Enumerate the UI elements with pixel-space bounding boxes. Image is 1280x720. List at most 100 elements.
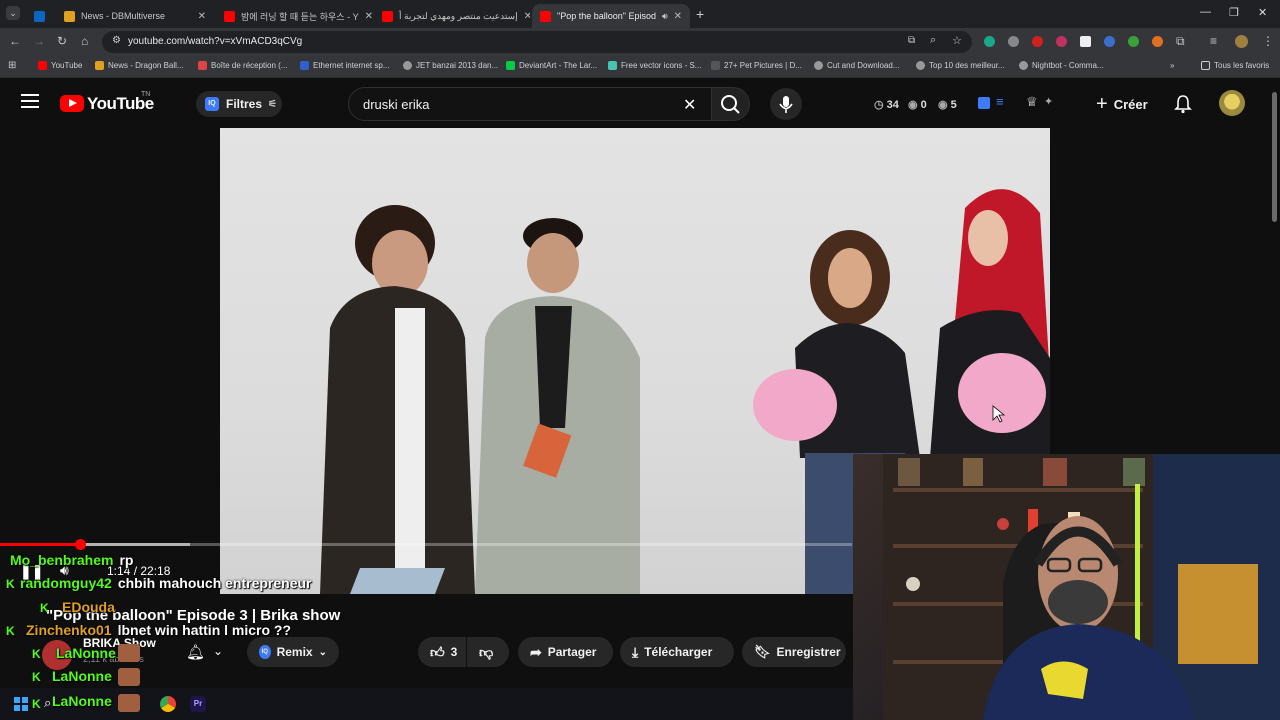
iq-icon: IQ [205, 97, 219, 111]
share-button[interactable]: ➦ Partager [518, 637, 613, 667]
chat-message: LaNonne [56, 645, 116, 661]
windows-taskbar: ⌕ K LaNonne Pr [0, 688, 853, 720]
chevron-down-icon[interactable]: ⌄ [213, 644, 223, 658]
bookmark-icon: 🔖︎ [754, 644, 771, 659]
iq-icon[interactable] [978, 97, 990, 109]
extension-icon[interactable] [1080, 36, 1091, 47]
extension-icon[interactable] [1128, 36, 1139, 47]
subscribe-bell-icon[interactable]: 🔔︎ [186, 643, 205, 661]
bookmark-star-icon[interactable]: ☆ [952, 34, 962, 47]
bookmark-item[interactable]: Boîte de réception (... [198, 61, 288, 70]
download-button[interactable]: ⤓ Télécharger [620, 637, 734, 667]
all-bookmarks[interactable]: Tous les favoris [1201, 61, 1269, 70]
new-tab-button[interactable]: + [696, 6, 704, 22]
sparkle-icon[interactable]: ✦ [1044, 95, 1053, 108]
bookmark-item[interactable]: YouTube [38, 61, 82, 70]
page-scrollbar[interactable] [1272, 92, 1277, 222]
list-icon[interactable]: ≡ [996, 94, 1004, 109]
extension-icon[interactable] [1032, 36, 1043, 47]
extension-icon[interactable] [984, 36, 995, 47]
forward-arrow-icon[interactable]: → [33, 34, 45, 48]
tab-title: إستدعيت منتصر ومهدي لتجربة أ [399, 10, 518, 21]
close-icon[interactable]: ✕ [674, 11, 682, 22]
close-icon[interactable]: ✕ [524, 11, 530, 22]
youtube-icon [38, 61, 47, 70]
voice-search-button[interactable] [770, 88, 802, 120]
extension-icon[interactable] [1104, 36, 1115, 47]
extension-icon[interactable] [1152, 36, 1163, 47]
bookmark-item[interactable]: JET banzai 2013 dan... [403, 61, 498, 70]
bookmark-item[interactable]: Nightbot - Comma... [1019, 61, 1104, 70]
zoom-icon[interactable]: ⌕ [930, 34, 936, 47]
tab-youtube-running[interactable]: 밤에 러닝 할 때 듣는 하우스 - Y ✕ [216, 4, 372, 28]
bookmark-item[interactable]: News - Dragon Ball... [95, 61, 184, 70]
minimize-button[interactable]: — [1200, 6, 1211, 18]
close-window-button[interactable]: ✕ [1258, 6, 1267, 19]
plus-icon: + [1096, 92, 1108, 115]
search-button[interactable] [712, 87, 750, 121]
tab-search-button[interactable]: ⌄ [6, 6, 20, 20]
close-icon[interactable]: ✕ [198, 11, 206, 22]
extensions-puzzle-icon[interactable]: ⧉ [1176, 34, 1185, 49]
chrome-icon[interactable] [160, 696, 176, 712]
remix-button[interactable]: IQ Remix ⌄ [247, 637, 339, 667]
thumbs-up-icon: 👍︎ [430, 643, 445, 660]
bookmark-item[interactable]: Cut and Download... [814, 61, 900, 70]
search-query: druski erika [363, 97, 430, 112]
bookmarks-overflow-icon[interactable]: » [1170, 61, 1174, 70]
filters-button[interactable]: IQ Filtres ⚟ [196, 91, 282, 117]
search-icon[interactable]: ⌕ [44, 695, 51, 711]
reload-icon[interactable]: ↻ [57, 34, 67, 48]
menu-dots-icon[interactable]: ⋮ [1262, 34, 1274, 48]
premiere-icon[interactable]: Pr [190, 696, 206, 712]
folder-icon [1201, 61, 1210, 70]
cast-icon[interactable]: ⧉ [908, 35, 915, 46]
thumbs-down-icon: 👎︎ [479, 643, 494, 660]
tab-title: "Pop the balloon" Episode 3 [557, 11, 656, 21]
tab-youtube-arabic[interactable]: إستدعيت منتصر ومهدي لتجربة أ ✕ [374, 4, 530, 28]
bookmark-item[interactable]: DeviantArt - The Lar... [506, 61, 597, 70]
trophy-icon[interactable]: ♕ [1026, 94, 1038, 110]
tab-linkedin[interactable] [26, 4, 54, 28]
video-progress-bar[interactable] [0, 539, 852, 550]
clear-search-icon[interactable]: ✕ [683, 95, 696, 115]
kick-badge-icon: K [40, 601, 49, 615]
browser-toolbar: ← → ↻ ⌂ ⚙ youtube.com/watch?v=xVmACD3qCV… [0, 28, 1280, 56]
bookmark-item[interactable]: Ethernet internet sp... [300, 61, 390, 70]
create-button[interactable]: + Créer [1090, 90, 1158, 118]
extension-icon[interactable] [1056, 36, 1067, 47]
scrubber-handle[interactable] [75, 539, 86, 550]
apps-grid-icon[interactable]: ⊞ [8, 60, 16, 71]
like-button[interactable]: 👍︎ 3 [418, 637, 466, 667]
bookmark-item[interactable]: Top 10 des meilleur... [916, 61, 1005, 70]
extension-icon[interactable] [1008, 36, 1019, 47]
bookmark-item[interactable]: 27+ Pet Pictures | D... [711, 61, 802, 70]
streamer-webcam [853, 454, 1280, 720]
restore-button[interactable]: ❐ [1229, 6, 1239, 19]
site-icon [300, 61, 309, 70]
home-icon[interactable]: ⌂ [81, 34, 88, 48]
clock-icon: ◷ [874, 99, 884, 111]
site-info-icon[interactable]: ⚙ [112, 35, 121, 46]
address-bar[interactable]: ⚙ youtube.com/watch?v=xVmACD3qCVg ⧉ ⌕ ☆ [102, 31, 972, 53]
back-arrow-icon[interactable]: ← [9, 34, 21, 48]
youtube-icon [540, 10, 551, 22]
linkedin-icon [34, 10, 45, 22]
kick-badge-icon: K [32, 697, 41, 711]
account-avatar[interactable] [1219, 90, 1245, 116]
tab-pop-the-balloon[interactable]: "Pop the balloon" Episode 3 🔊︎ ✕ [532, 4, 690, 28]
tab-dbmultiverse[interactable]: News - DBMultiverse ✕ [56, 4, 214, 28]
close-icon[interactable]: ✕ [365, 11, 372, 22]
windows-start-icon[interactable] [14, 697, 28, 711]
dislike-button[interactable]: 👎︎ [467, 637, 509, 667]
chevron-down-icon: ⌄ [318, 646, 327, 658]
save-button[interactable]: 🔖︎ Enregistrer [742, 637, 846, 667]
youtube-logo-icon[interactable] [60, 95, 84, 112]
notifications-bell-icon[interactable] [1174, 94, 1192, 114]
audio-playing-icon[interactable]: 🔊︎ [662, 11, 668, 22]
search-input[interactable]: druski erika ✕ [348, 87, 712, 121]
tab-list-icon[interactable]: ≡ [1210, 34, 1217, 48]
profile-avatar[interactable] [1235, 35, 1248, 48]
hamburger-menu-icon[interactable] [21, 94, 39, 108]
bookmark-item[interactable]: Free vector icons - S... [608, 61, 701, 70]
